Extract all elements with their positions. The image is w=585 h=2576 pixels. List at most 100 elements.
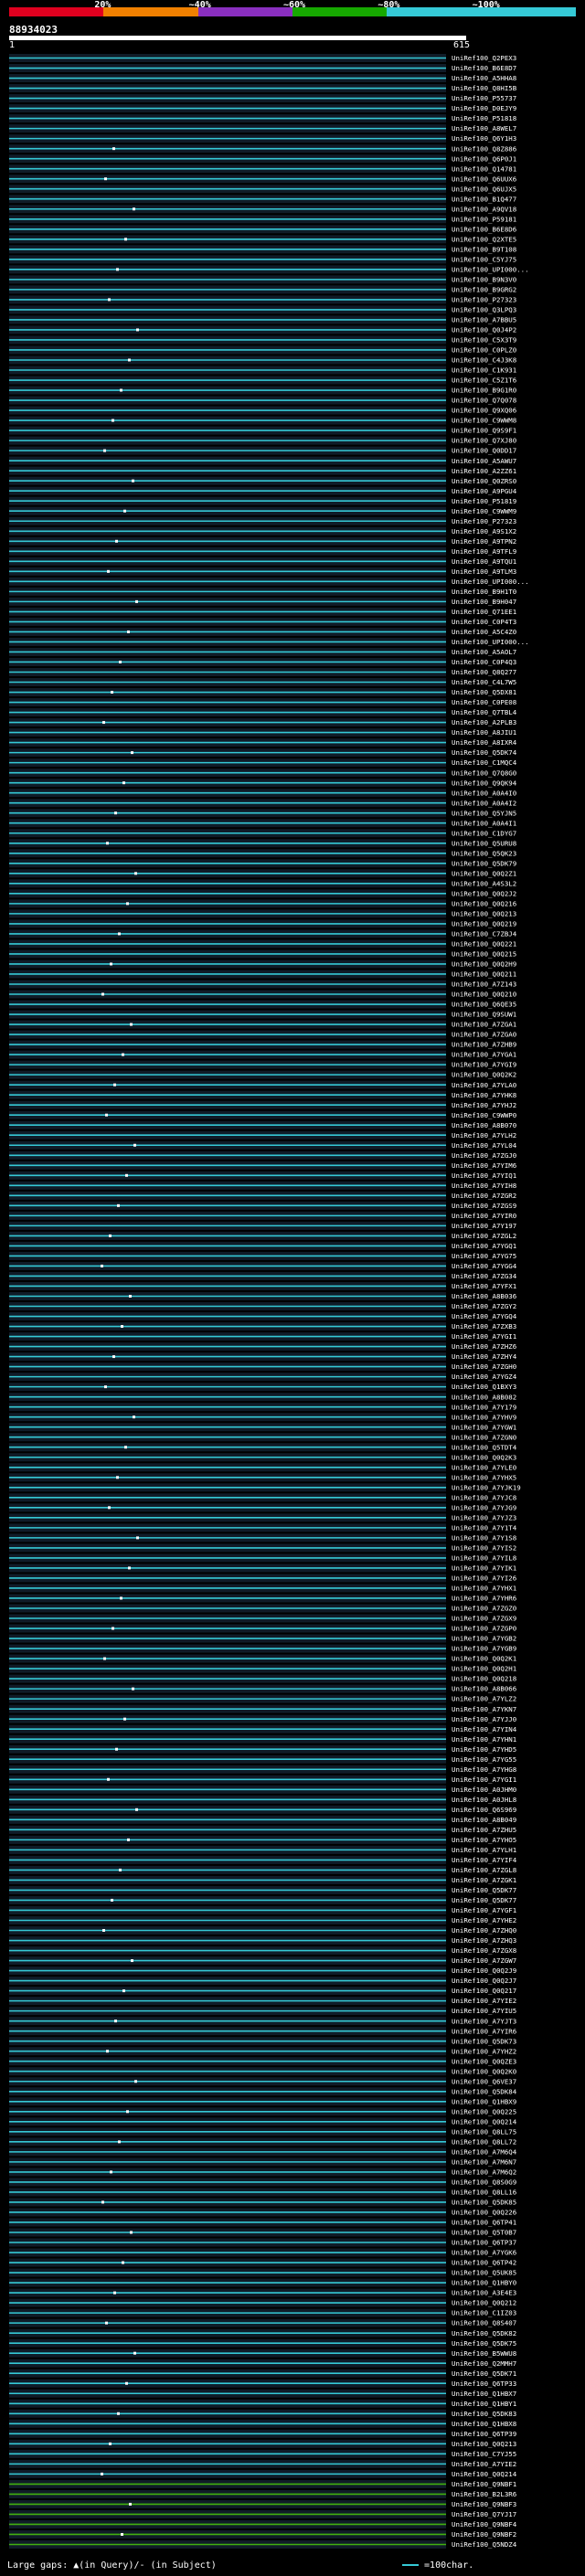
hit-id-label: UniRef100_D0EJY9 bbox=[452, 104, 516, 112]
hit-row: UniRef100_A8IXR4 bbox=[9, 738, 517, 747]
hit-id-label: UniRef100_Q0Q2H1 bbox=[452, 1665, 516, 1673]
hit-row: UniRef100_A7YLE0 bbox=[9, 1463, 516, 1471]
hit-id-label: UniRef100_Q7TBL4 bbox=[452, 708, 517, 716]
gap-marker bbox=[125, 1173, 128, 1177]
hit-row: UniRef100_Q14781 bbox=[9, 164, 516, 173]
hit-id-label: UniRef100_A7YGZ4 bbox=[452, 1373, 517, 1381]
hit-row: UniRef100_A7M6Q4 bbox=[9, 2147, 517, 2156]
hit-id-label: UniRef100_C5X3T9 bbox=[452, 336, 516, 345]
hit-row: UniRef100_Q0ZRS0 bbox=[9, 476, 516, 485]
hit-row: UniRef100_Q0Q2H9 bbox=[9, 959, 516, 969]
hit-id-label: UniRef100_A7YFX1 bbox=[452, 1282, 516, 1290]
hit-row: UniRef100_Q1HBY0 bbox=[9, 2278, 516, 2287]
hit-row: UniRef100_A0JHL8 bbox=[9, 1795, 516, 1804]
hit-id-label: UniRef100_Q5URU8 bbox=[452, 839, 516, 847]
hit-row: UniRef100_A7YHV9 bbox=[9, 1413, 516, 1421]
hit-row: UniRef100_Q6QE35 bbox=[9, 1000, 516, 1009]
hit-row: UniRef100_A4S3L2 bbox=[9, 879, 516, 887]
hit-id-label: UniRef100_B9GRG2 bbox=[452, 285, 516, 293]
hit-row: UniRef100_Q6Y1H3 bbox=[9, 134, 516, 143]
hit-row: UniRef100_A7YIE2 bbox=[9, 1997, 516, 2005]
hit-id-label: UniRef100_A5HHA8 bbox=[452, 74, 516, 82]
hit-row: UniRef100_Q8S0G9 bbox=[9, 2178, 516, 2187]
hit-id-label: UniRef100_A7YGG4 bbox=[452, 1262, 517, 1270]
hit-row: UniRef100_A8B049 bbox=[9, 1815, 516, 1824]
hit-row: UniRef100_A7YG55 bbox=[9, 1754, 516, 1764]
gap-marker bbox=[130, 2231, 133, 2234]
hit-id-label: UniRef100_Q6TP37 bbox=[452, 2239, 516, 2247]
gap-marker bbox=[116, 268, 119, 271]
hit-row: UniRef100_Q0Q2J9 bbox=[9, 1966, 516, 1975]
hit-id-label: UniRef100_A7YHJ2 bbox=[452, 1101, 516, 1109]
hit-row: UniRef100_C0PE08 bbox=[9, 698, 516, 706]
hit-row: UniRef100_A7YHX1 bbox=[9, 1584, 516, 1593]
hit-id-label: UniRef100_Q2XTE5 bbox=[452, 235, 516, 243]
hit-id-label: UniRef100_A7BBU5 bbox=[452, 316, 516, 324]
hit-row: UniRef100_Q1BXY3 bbox=[9, 1383, 516, 1391]
hit-row: UniRef100_A7Y1S8 bbox=[9, 1533, 516, 1542]
hit-id-label: UniRef100_Q9NBF4 bbox=[452, 2520, 517, 2528]
hit-row: UniRef100_Q71EE1 bbox=[9, 607, 516, 616]
hit-id-label: UniRef100_A7YGI1 bbox=[452, 1332, 516, 1341]
hit-row: UniRef100_A9PGU4 bbox=[9, 486, 517, 495]
hit-id-label: UniRef100_Q5DK74 bbox=[452, 748, 517, 757]
hit-row: UniRef100_A7Y179 bbox=[9, 1403, 516, 1411]
hit-row: UniRef100_A2ZZ61 bbox=[9, 466, 516, 475]
hit-id-label: UniRef100_Q0Q213 bbox=[452, 909, 516, 917]
hit-id-label: UniRef100_P59181 bbox=[452, 215, 516, 223]
gap-marker bbox=[115, 539, 118, 543]
hit-row: UniRef100_A7YKN7 bbox=[9, 1704, 516, 1713]
hit-id-label: UniRef100_Q6P0J1 bbox=[452, 154, 516, 163]
hit-id-label: UniRef100_A7YHO5 bbox=[452, 1836, 516, 1844]
hit-id-label: UniRef100_Q9QK94 bbox=[452, 779, 517, 787]
large-gaps-legend: Large gaps: ▲(in Query)/- (in Subject) bbox=[7, 2560, 217, 2571]
hit-row: UniRef100_A7ZGL8 bbox=[9, 1865, 516, 1874]
gap-marker bbox=[104, 1385, 107, 1389]
hit-row: UniRef100_C5X3T9 bbox=[9, 335, 516, 345]
hit-row: UniRef100_A7ZGA1 bbox=[9, 1020, 516, 1029]
hit-row: UniRef100_A7YIR6 bbox=[9, 2027, 516, 2035]
hit-id-label: UniRef100_Q6UJX5 bbox=[452, 185, 516, 193]
hit-id-label: UniRef100_Q0Q2Z1 bbox=[452, 869, 516, 877]
gap-marker bbox=[126, 2110, 129, 2114]
hit-id-label: UniRef100_A7YIM6 bbox=[452, 1161, 516, 1170]
hit-row: UniRef100_UPI000... bbox=[9, 637, 529, 646]
gap-marker bbox=[103, 449, 106, 452]
gap-marker bbox=[119, 660, 122, 663]
hit-row: UniRef100_A7ZGL2 bbox=[9, 1231, 516, 1240]
hit-id-label: UniRef100_Q0Q217 bbox=[452, 1987, 516, 1995]
hit-row: UniRef100_A3E4E3 bbox=[9, 2288, 516, 2297]
gap-marker bbox=[110, 2170, 112, 2174]
hit-id-label: UniRef100_A9TFL9 bbox=[452, 547, 516, 556]
hit-id-label: UniRef100_Q2MMH7 bbox=[452, 2359, 516, 2368]
gap-marker bbox=[107, 569, 110, 573]
hit-id-label: UniRef100_Q8S0G9 bbox=[452, 2178, 516, 2187]
hit-row: UniRef100_Q0Q212 bbox=[9, 2298, 516, 2307]
hit-id-label: UniRef100_Q0DD17 bbox=[452, 447, 516, 455]
hit-row: UniRef100_A7YGQ1 bbox=[9, 1241, 516, 1250]
hit-row: UniRef100_Q5TDT4 bbox=[9, 1443, 517, 1451]
hit-row: UniRef100_A7YJZ3 bbox=[9, 1513, 516, 1521]
hit-row: UniRef100_Q9QK94 bbox=[9, 779, 517, 787]
hit-row: UniRef100_Q8Z886 bbox=[9, 144, 516, 153]
gap-marker bbox=[114, 811, 117, 815]
hit-id-label: UniRef100_Q0Q211 bbox=[452, 970, 516, 979]
hit-row: UniRef100_A0A4I1 bbox=[9, 819, 516, 827]
hit-id-label: UniRef100_A7YLE0 bbox=[452, 1463, 516, 1471]
hit-id-label: UniRef100_A7ZHQ0 bbox=[452, 1926, 516, 1935]
hit-row: UniRef100_A7YLH1 bbox=[9, 1845, 516, 1854]
hit-id-label: UniRef100_A7ZGX9 bbox=[452, 1615, 516, 1623]
hit-id-label: UniRef100_C9WWM9 bbox=[452, 507, 516, 515]
gap-marker bbox=[106, 2050, 109, 2053]
gap-marker bbox=[122, 2261, 124, 2264]
hit-row: UniRef100_A8JIU1 bbox=[9, 728, 516, 737]
hit-id-label: UniRef100_A7YGA1 bbox=[452, 1051, 516, 1059]
hit-row: UniRef100_A7YGF1 bbox=[9, 1905, 516, 1914]
hit-row: UniRef100_Q6UUX6 bbox=[9, 175, 516, 183]
gap-marker bbox=[121, 1325, 123, 1329]
gap-marker bbox=[101, 992, 104, 996]
gap-marker bbox=[128, 358, 131, 362]
hit-id-label: UniRef100_A9QV18 bbox=[452, 205, 516, 213]
gap-marker bbox=[132, 1687, 134, 1691]
hit-id-label: UniRef100_Q5DK83 bbox=[452, 2410, 516, 2418]
